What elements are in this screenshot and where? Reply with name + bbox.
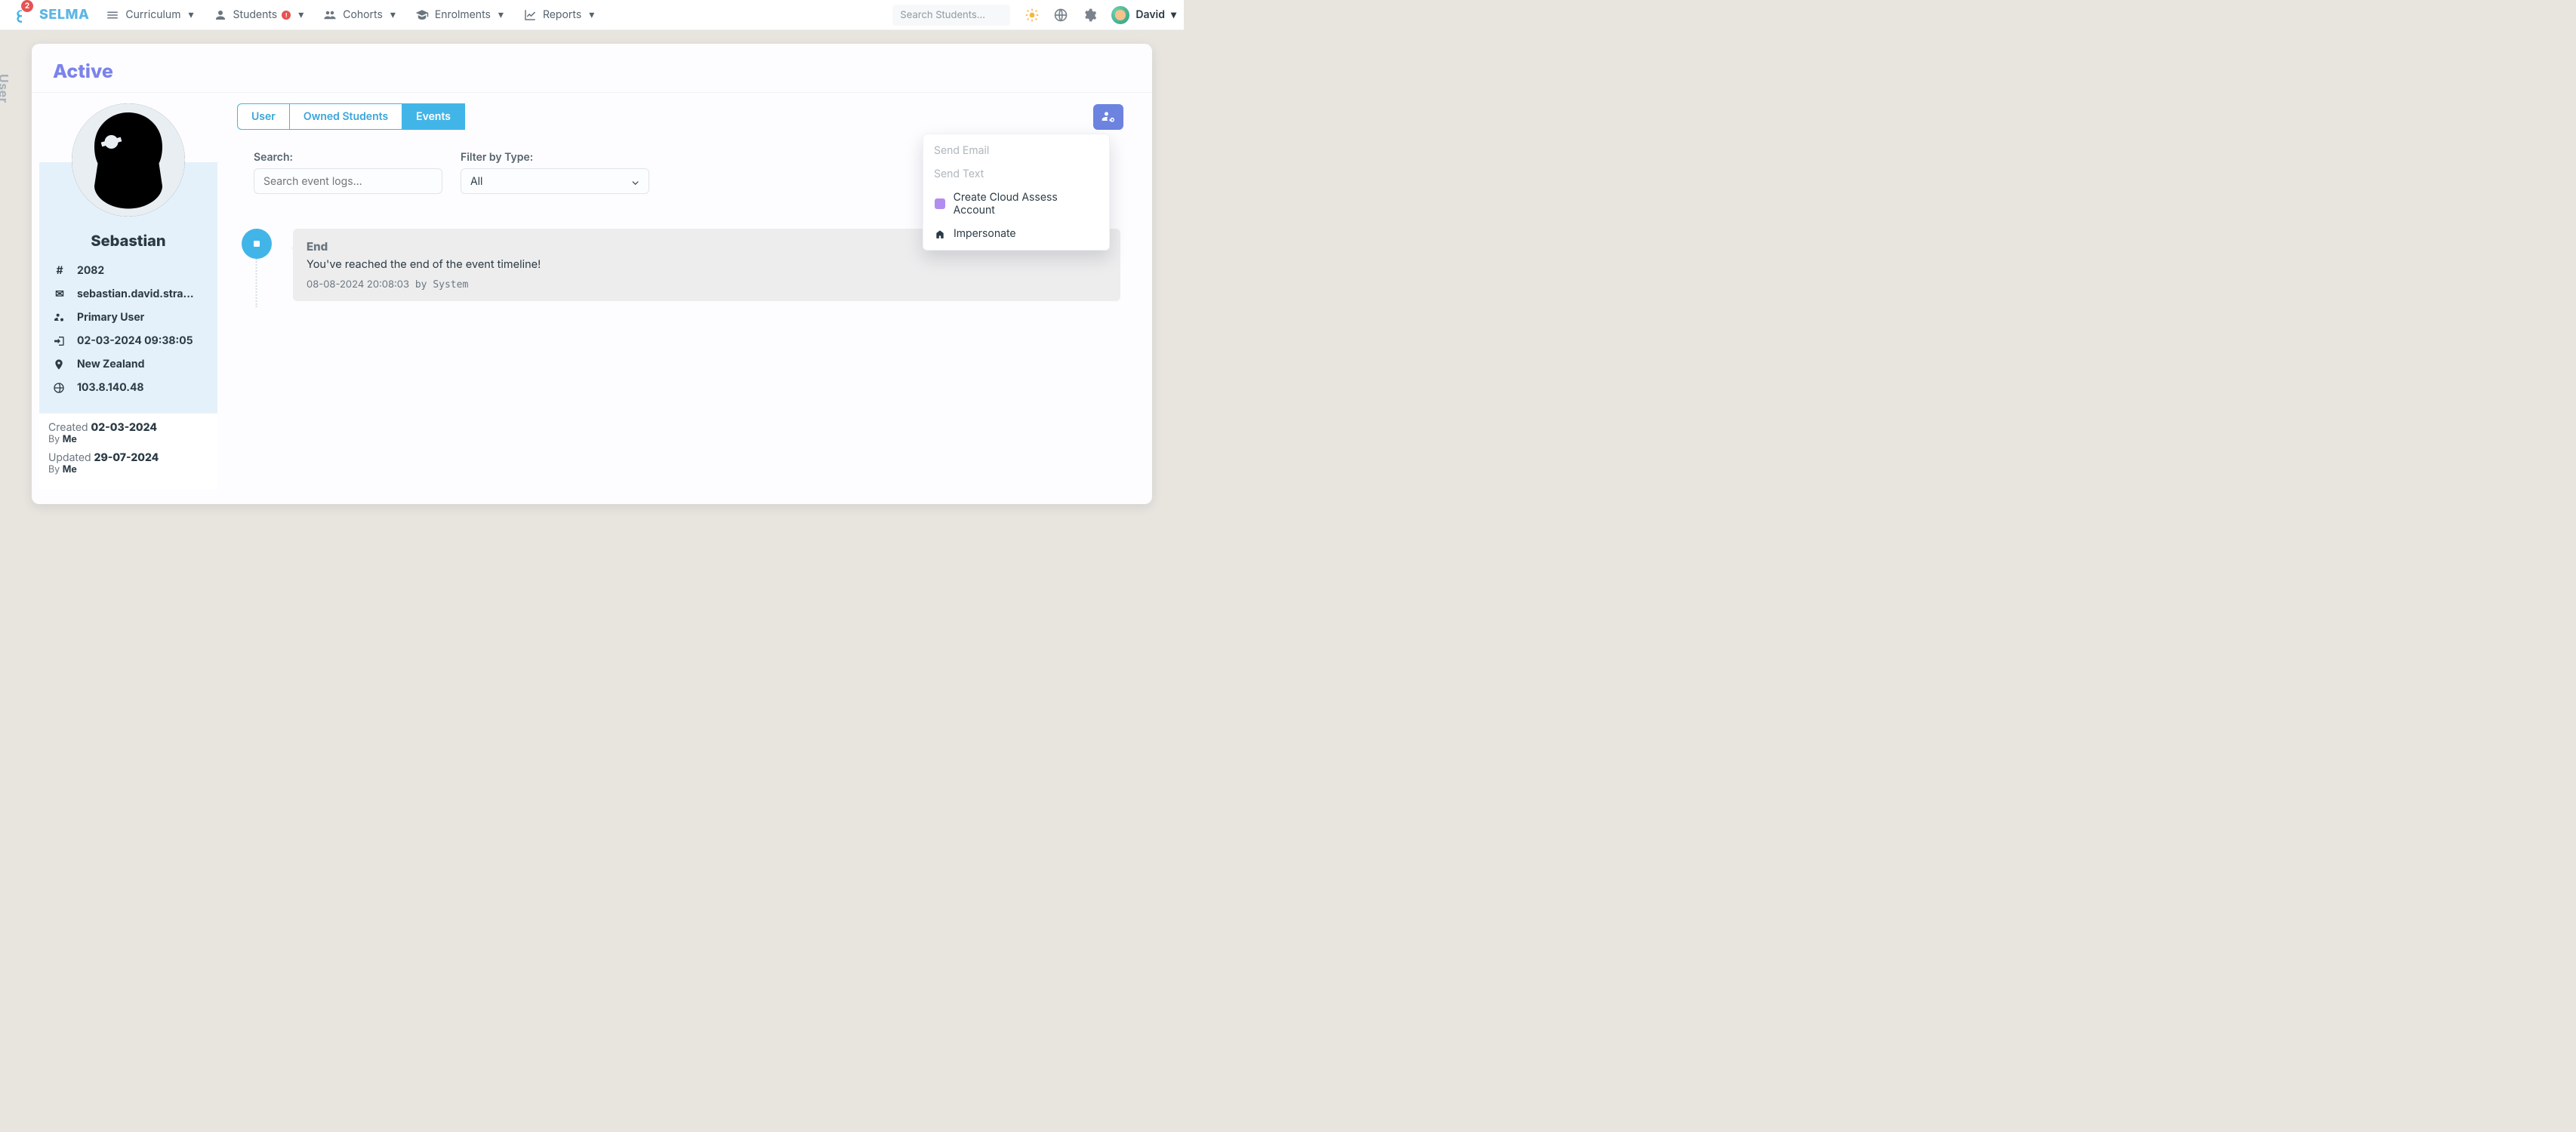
filter-label: Filter by Type: [461,151,649,164]
profile-meta: Created 02-03-2024 By Me Updated 29-07-2… [39,413,217,489]
theme-toggle[interactable] [1024,7,1040,23]
user-name: David [1135,8,1165,21]
timeline-body: You've reached the end of the event time… [307,258,1107,271]
settings-button[interactable] [1081,7,1098,23]
side-tab-label[interactable]: User [0,74,11,103]
event-type-filter: Filter by Type: All ⌄ [461,151,649,194]
language-button[interactable] [1052,7,1069,23]
detail-panel: User Owned Students Events Send Email Se… [237,103,1137,489]
profile-email: ✉sebastian.david.stra... [47,282,210,306]
event-search: Search: [254,151,442,194]
chart-icon [523,8,537,22]
building-icon [934,228,946,240]
profile-ip: 103.8.140.48 [47,376,210,399]
global-search-input[interactable] [892,5,1010,26]
action-create-cloud-assess[interactable]: Create Cloud Assess Account [923,186,1109,222]
profile-id: #2082 [47,259,210,282]
top-utility-icons [1024,7,1098,23]
mail-icon: ✉ [53,288,66,300]
profile-last-login: 02-03-2024 09:38:05 [47,329,210,352]
profile-country: New Zealand [47,352,210,376]
select-value: All [470,175,482,188]
user-menu[interactable]: David ▾ [1111,6,1176,24]
tab-user[interactable]: User [237,103,290,130]
menu-icon [106,8,119,22]
profile-panel: Sebastian #2082 ✉sebastian.david.stra...… [39,103,217,489]
globe-icon [53,382,66,394]
profile-avatar [72,103,185,217]
top-nav: 2 SELMA Curriculum ▾ Students ! ▾ Cohort… [0,0,1184,30]
user-gear-icon [1101,109,1116,125]
event-search-input[interactable] [254,168,442,194]
main-nav: Curriculum ▾ Students ! ▾ Cohorts ▾ Enro… [106,8,594,22]
user-actions-button[interactable] [1093,104,1123,130]
chevron-down-icon: ⌄ [631,175,639,188]
timeline-meta: 08-08-2024 20:08:03 by System [307,278,1107,291]
notifications-button[interactable]: 2 [8,5,29,26]
profile-role: Primary User [47,306,210,329]
tab-events[interactable]: Events [402,103,465,130]
login-icon [53,335,66,347]
caret-down-icon: ▾ [390,8,396,21]
user-status: Active [53,60,1131,83]
user-card: Active Sebastian #2082 ✉sebastian.david.… [32,44,1152,504]
user-icon [214,8,227,22]
caret-down-icon: ▾ [498,8,504,21]
brand-logo[interactable]: SELMA [39,7,89,23]
action-send-email[interactable]: Send Email [923,139,1109,162]
stop-icon [251,238,263,250]
nav-curriculum[interactable]: Curriculum ▾ [106,8,193,22]
action-send-text[interactable]: Send Text [923,162,1109,186]
notification-count: 2 [21,0,33,12]
shield-icon [934,198,946,210]
tab-owned-students[interactable]: Owned Students [290,103,402,130]
location-icon [53,358,66,371]
nav-enrolments[interactable]: Enrolments ▾ [415,8,504,22]
nav-label: Enrolments [435,8,491,21]
user-avatar [1111,6,1129,24]
hash-icon: # [53,264,66,277]
caret-down-icon: ▾ [1171,8,1176,21]
caret-down-icon: ▾ [589,8,594,21]
nav-reports[interactable]: Reports ▾ [523,8,594,22]
caret-down-icon: ▾ [298,8,304,21]
caret-down-icon: ▾ [188,8,193,21]
user-actions-menu: Send Email Send Text Create Cloud Assess… [923,134,1110,251]
user-gear-icon [53,312,66,324]
nav-students[interactable]: Students ! ▾ [214,8,304,22]
search-label: Search: [254,151,442,164]
nav-label: Cohorts [343,8,383,21]
nav-label: Students [233,8,278,21]
timeline-end-dot [242,229,272,259]
graduation-cap-icon [415,8,429,22]
event-type-select[interactable]: All ⌄ [461,168,649,194]
nav-label: Curriculum [125,8,180,21]
users-icon [323,8,337,22]
alert-badge: ! [282,11,291,20]
profile-first-name: Sebastian [47,232,210,250]
nav-cohorts[interactable]: Cohorts ▾ [323,8,396,22]
nav-label: Reports [543,8,581,21]
action-impersonate[interactable]: Impersonate [923,222,1109,245]
